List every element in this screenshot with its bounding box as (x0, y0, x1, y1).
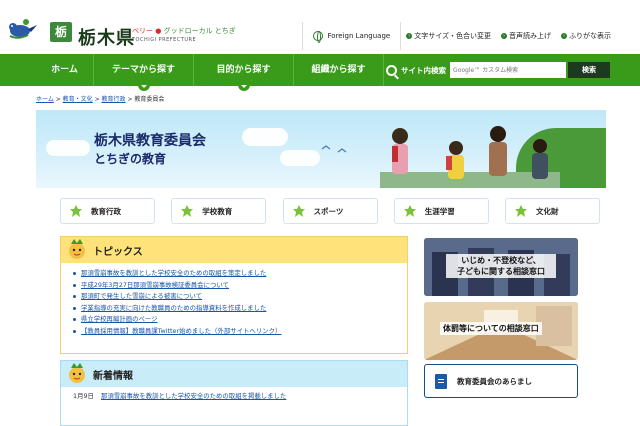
foreign-language-link[interactable]: Foreign Language (303, 22, 402, 50)
topics-heading: トピックス (93, 246, 143, 258)
topics-header: トピックス (61, 237, 407, 263)
arrow-bullet-icon: › (501, 33, 507, 39)
search-icon (386, 64, 397, 76)
category-buttons: 教育行政 学校教育 スポーツ 生涯学習 文化財 (60, 198, 600, 224)
search-label: サイト内検索 (401, 65, 446, 75)
site-name[interactable]: 栃木県 (78, 24, 135, 50)
text-size-link[interactable]: › 文字サイズ・色合い変更 (401, 31, 496, 41)
text-size-label: 文字サイズ・色合い変更 (414, 32, 491, 40)
topics-list: 那須雪崩事故を教訓とした学校安全のための取組を策定しました 平成29年3月27日… (61, 263, 407, 337)
leaf-icon (70, 205, 82, 217)
strawberry-icon: ● (155, 27, 162, 35)
category-label: スポーツ (313, 206, 344, 216)
news-panel: 新着情報 1月9日 那須雪崩事故を教訓とした学校安全のための取組を掲載しました (60, 360, 408, 426)
document-icon (435, 373, 447, 389)
topic-link[interactable]: 【教員採用情報】教職員課Twitter始めました（外部サイトへリンク） (73, 326, 407, 338)
arrow-bullet-icon: › (406, 33, 413, 39)
about-board-button[interactable]: 教育委員会のあらまし (424, 364, 578, 398)
furigana-label: ふりがな表示 (569, 32, 611, 40)
site-name-romaji: TOCHIGI PREFECTURE (132, 37, 197, 43)
nav-organization-label: 組織から探す (311, 65, 366, 75)
news-header: 新着情報 (61, 361, 407, 387)
nav-home-label: ホーム (51, 65, 78, 75)
bird-mascot-icon (9, 19, 37, 39)
cloud-decoration (46, 140, 90, 156)
category-sports[interactable]: スポーツ (282, 198, 378, 224)
news-item: 1月9日 那須雪崩事故を教訓とした学校安全のための取組を掲載しました (61, 387, 407, 401)
global-nav: ホーム テーマから探す 目的から探す 組織から探す サイト内検索 検索 (0, 54, 640, 91)
category-education-admin[interactable]: 教育行政 (60, 198, 155, 224)
globe-icon (312, 31, 323, 43)
nav-theme-label: テーマから探す (111, 65, 175, 75)
category-school-education[interactable]: 学校教育 (171, 198, 267, 224)
topic-link[interactable]: 那須町で発生した雪崩による被害について (73, 291, 407, 303)
bullying-consultation-banner[interactable]: いじめ・不登校など、 子どもに関する相談窓口 (424, 238, 578, 296)
breadcrumb: ホーム > 教育・文化 > 教育行政 > 教育委員会 (36, 96, 165, 103)
search-button[interactable]: 検索 (568, 62, 610, 78)
mascot-icon (69, 363, 85, 383)
topic-link[interactable]: 那須雪崩事故を教訓とした学校安全のための取組を策定しました (73, 268, 407, 280)
cloud-decoration (280, 150, 320, 166)
leaf-icon (292, 205, 305, 217)
children-photo (380, 126, 560, 188)
tagline-berry: ベリー (132, 27, 153, 35)
foreign-language-label: Foreign Language (327, 32, 391, 40)
category-label: 文化財 (536, 206, 559, 216)
banner-label: 体罰等についての相談窓口 (440, 322, 542, 335)
about-board-label: 教育委員会のあらまし (457, 376, 532, 386)
site-search: サイト内検索 検索 (386, 54, 610, 86)
breadcrumb-current: 教育委員会 (134, 96, 165, 103)
furigana-link[interactable]: › ふりがな表示 (556, 31, 616, 41)
prefecture-emblem[interactable]: 栃 (50, 22, 72, 42)
leaf-icon (515, 205, 527, 217)
hero-title: 栃木県教育委員会 (94, 133, 206, 149)
brand-tagline: ベリー ● グッドローカル とちぎ (132, 26, 236, 36)
arrow-bullet-icon: › (561, 33, 567, 39)
utility-menu: Foreign Language › 文字サイズ・色合い変更 › 音声読み上げ … (301, 22, 616, 50)
nav-home[interactable]: ホーム (36, 54, 94, 86)
site-header: 栃 栃木県 ベリー ● グッドローカル とちぎ TOCHIGI PREFECTU… (0, 0, 640, 52)
tagline-text: グッドローカル とちぎ (163, 27, 236, 35)
news-heading: 新着情報 (93, 370, 133, 382)
category-lifelong-learning[interactable]: 生涯学習 (393, 198, 489, 224)
hero-subtitle: とちぎの教育 (94, 152, 167, 166)
breadcrumb-home[interactable]: ホーム (36, 96, 54, 103)
category-label: 教育行政 (91, 206, 121, 216)
chevron-down-icon (237, 84, 250, 91)
topic-link[interactable]: 県立学校再編計画のページ (73, 314, 407, 326)
category-cultural-assets[interactable]: 文化財 (505, 198, 600, 224)
read-aloud-label: 音声読み上げ (509, 32, 551, 40)
nav-purpose-label: 目的から探す (216, 65, 271, 75)
banner-label: いじめ・不登校など、 子どもに関する相談窓口 (446, 254, 556, 278)
chevron-down-icon (137, 84, 150, 91)
birds-illustration (321, 145, 347, 153)
leaf-icon (403, 205, 416, 217)
breadcrumb-education[interactable]: 教育・文化 (63, 96, 93, 103)
leaf-icon (181, 205, 194, 217)
corporal-punishment-banner[interactable]: 体罰等についての相談窓口 (424, 302, 578, 360)
topics-panel: トピックス 那須雪崩事故を教訓とした学校安全のための取組を策定しました 平成29… (60, 236, 408, 354)
news-date: 1月9日 (73, 392, 94, 400)
category-label: 生涯学習 (424, 206, 455, 216)
cloud-decoration (242, 128, 288, 146)
nav-organization[interactable]: 組織から探す (294, 54, 384, 86)
news-link[interactable]: 那須雪崩事故を教訓とした学校安全のための取組を掲載しました (101, 392, 286, 401)
search-input[interactable] (450, 62, 566, 78)
read-aloud-link[interactable]: › 音声読み上げ (496, 31, 556, 41)
nav-theme[interactable]: テーマから探す (94, 54, 194, 91)
hero-banner: 栃木県教育委員会 とちぎの教育 (36, 110, 606, 188)
mascot-icon (69, 239, 85, 259)
breadcrumb-admin[interactable]: 教育行政 (102, 96, 126, 103)
category-label: 学校教育 (202, 206, 233, 216)
nav-purpose[interactable]: 目的から探す (194, 54, 294, 91)
topic-link[interactable]: 学業指導の充実に向けた教職員のための指導資料を作成しました (73, 303, 407, 315)
topic-link[interactable]: 平成29年3月27日那須雪崩事故検証委員会について (73, 280, 407, 292)
